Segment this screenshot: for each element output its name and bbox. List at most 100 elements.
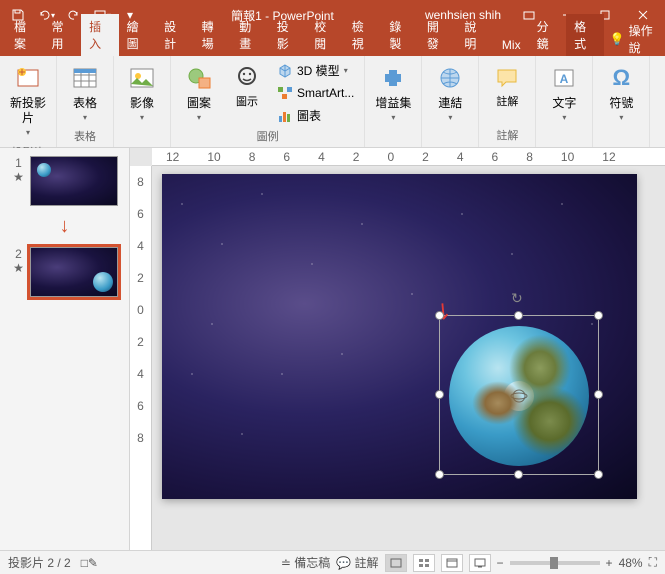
- resize-handle[interactable]: [594, 470, 603, 479]
- 3d-globe-object[interactable]: [449, 326, 589, 466]
- image-button[interactable]: 影像▾: [120, 60, 164, 126]
- resize-handle[interactable]: [594, 311, 603, 320]
- shapes-icon: [183, 62, 215, 94]
- cube-icon: [277, 63, 293, 79]
- chart-button[interactable]: 圖表: [273, 105, 358, 126]
- tab-developer[interactable]: 開發: [419, 14, 457, 56]
- ribbon-tabs: 檔案 常用 插入 繪圖 設計 轉場 動畫 投影 校閱 檢視 錄製 開發 說明 M…: [0, 30, 665, 56]
- group-label-illustrations: 圖例: [257, 126, 279, 146]
- group-illustrations: 圖案▾ 圖示 3D 模型 ▾ SmartArt... 圖表 圖例: [171, 56, 365, 147]
- tab-format[interactable]: 格式: [566, 14, 604, 56]
- tab-home[interactable]: 常用: [44, 14, 82, 56]
- table-icon: [69, 62, 101, 94]
- group-tables: 表格▾ 表格: [57, 56, 114, 147]
- tab-storyboard[interactable]: 分鏡: [529, 14, 567, 56]
- globe-icon: [93, 272, 113, 292]
- new-slide-button[interactable]: 新投影片▾: [6, 60, 50, 142]
- normal-view-button[interactable]: [385, 554, 407, 572]
- icons-button[interactable]: 圖示: [225, 60, 269, 111]
- vertical-ruler: 864202468: [130, 166, 152, 550]
- table-button[interactable]: 表格▾: [63, 60, 107, 126]
- sorter-view-button[interactable]: [413, 554, 435, 572]
- tab-design[interactable]: 設計: [156, 14, 194, 56]
- fit-to-window-button[interactable]: ⛶: [649, 555, 657, 570]
- annotation-arrow-icon: ↘: [428, 295, 459, 327]
- workspace: 1★ ↓ 2★ 12108642024681012 864202468 ↻ ↘: [0, 148, 665, 550]
- tell-me[interactable]: 💡操作說: [604, 22, 665, 56]
- globe-icon: [37, 163, 51, 177]
- comment-button[interactable]: 註解: [485, 60, 529, 111]
- group-media: 媒體▾ .: [650, 56, 665, 147]
- symbol-button[interactable]: Ω 符號▾: [599, 60, 643, 126]
- smartart-button[interactable]: SmartArt...: [273, 83, 358, 103]
- status-bar: 投影片 2 / 2 □✎ ≐ 備忘稿 💬 註解 − + 48% ⛶: [0, 550, 665, 574]
- icons-icon: [231, 62, 263, 94]
- slide[interactable]: ↻ ↘: [162, 174, 637, 499]
- 3d-rotate-icon[interactable]: [504, 381, 534, 411]
- zoom-out-button[interactable]: −: [497, 556, 504, 570]
- slide-canvas[interactable]: 12108642024681012 864202468 ↻ ↘: [130, 148, 665, 550]
- tab-file[interactable]: 檔案: [6, 14, 44, 56]
- selection-box[interactable]: ↻ ↘: [439, 315, 599, 475]
- tab-draw[interactable]: 繪圖: [119, 14, 157, 56]
- slideshow-view-button[interactable]: [469, 554, 491, 572]
- lightbulb-icon: 💡: [610, 32, 625, 46]
- tab-review[interactable]: 校閱: [306, 14, 344, 56]
- rotate-handle[interactable]: ↻: [511, 290, 523, 307]
- resize-handle[interactable]: [514, 311, 523, 320]
- horizontal-ruler: 12108642024681012: [152, 148, 665, 166]
- tab-transitions[interactable]: 轉場: [194, 14, 232, 56]
- tab-animations[interactable]: 動畫: [231, 14, 269, 56]
- slide-counter[interactable]: 投影片 2 / 2: [8, 554, 71, 571]
- group-text: A 文字▾ .: [536, 56, 593, 147]
- resize-handle[interactable]: [435, 390, 444, 399]
- thumbnail-1[interactable]: 1★: [12, 156, 118, 206]
- comment-icon: [491, 62, 523, 94]
- notes-button[interactable]: ≐ 備忘稿: [281, 554, 330, 571]
- group-addins: 增益集▾ .: [365, 56, 422, 147]
- ribbon: 新投影片▾ 投影片 表格▾ 表格 影像▾ . 圖案▾: [0, 56, 665, 148]
- zoom-level[interactable]: 48%: [619, 556, 643, 570]
- addins-icon: [377, 62, 409, 94]
- 3d-model-button[interactable]: 3D 模型 ▾: [273, 60, 358, 81]
- resize-handle[interactable]: [594, 390, 603, 399]
- chart-icon: [277, 108, 293, 124]
- addins-button[interactable]: 增益集▾: [371, 60, 415, 126]
- image-icon: [126, 62, 158, 94]
- group-slides: 新投影片▾ 投影片: [0, 56, 57, 147]
- tab-help[interactable]: 說明: [456, 14, 494, 56]
- comments-button[interactable]: 💬 註解: [336, 554, 378, 571]
- group-symbols: Ω 符號▾ .: [593, 56, 650, 147]
- smartart-icon: [277, 85, 293, 101]
- media-button[interactable]: 媒體▾: [656, 60, 665, 126]
- resize-handle[interactable]: [514, 470, 523, 479]
- group-label-comments: 註解: [496, 125, 518, 145]
- tab-mix[interactable]: Mix: [494, 34, 529, 56]
- thumbnail-2[interactable]: 2★: [12, 247, 118, 297]
- tab-recording[interactable]: 錄製: [381, 14, 419, 56]
- star-icon: ★: [13, 170, 24, 184]
- slide-thumbnails: 1★ ↓ 2★: [0, 148, 130, 550]
- new-slide-icon: [12, 62, 44, 94]
- group-comments: 註解 註解: [479, 56, 536, 147]
- spellcheck-icon[interactable]: □✎: [81, 556, 98, 570]
- link-icon: [434, 62, 466, 94]
- group-label-tables: 表格: [74, 126, 96, 146]
- resize-handle[interactable]: [435, 311, 444, 320]
- link-button[interactable]: 連結▾: [428, 60, 472, 126]
- reading-view-button[interactable]: [441, 554, 463, 572]
- symbol-icon: Ω: [605, 62, 637, 94]
- star-icon: ★: [13, 261, 24, 275]
- tab-insert[interactable]: 插入: [81, 14, 119, 56]
- zoom-in-button[interactable]: +: [606, 556, 613, 570]
- group-links: 連結▾ .: [422, 56, 479, 147]
- text-button[interactable]: A 文字▾: [542, 60, 586, 126]
- tab-view[interactable]: 檢視: [344, 14, 382, 56]
- svg-text:A: A: [560, 72, 569, 86]
- tab-slideshow[interactable]: 投影: [269, 14, 307, 56]
- shapes-button[interactable]: 圖案▾: [177, 60, 221, 126]
- group-images: 影像▾ .: [114, 56, 171, 147]
- zoom-slider[interactable]: [510, 561, 600, 565]
- resize-handle[interactable]: [435, 470, 444, 479]
- text-icon: A: [548, 62, 580, 94]
